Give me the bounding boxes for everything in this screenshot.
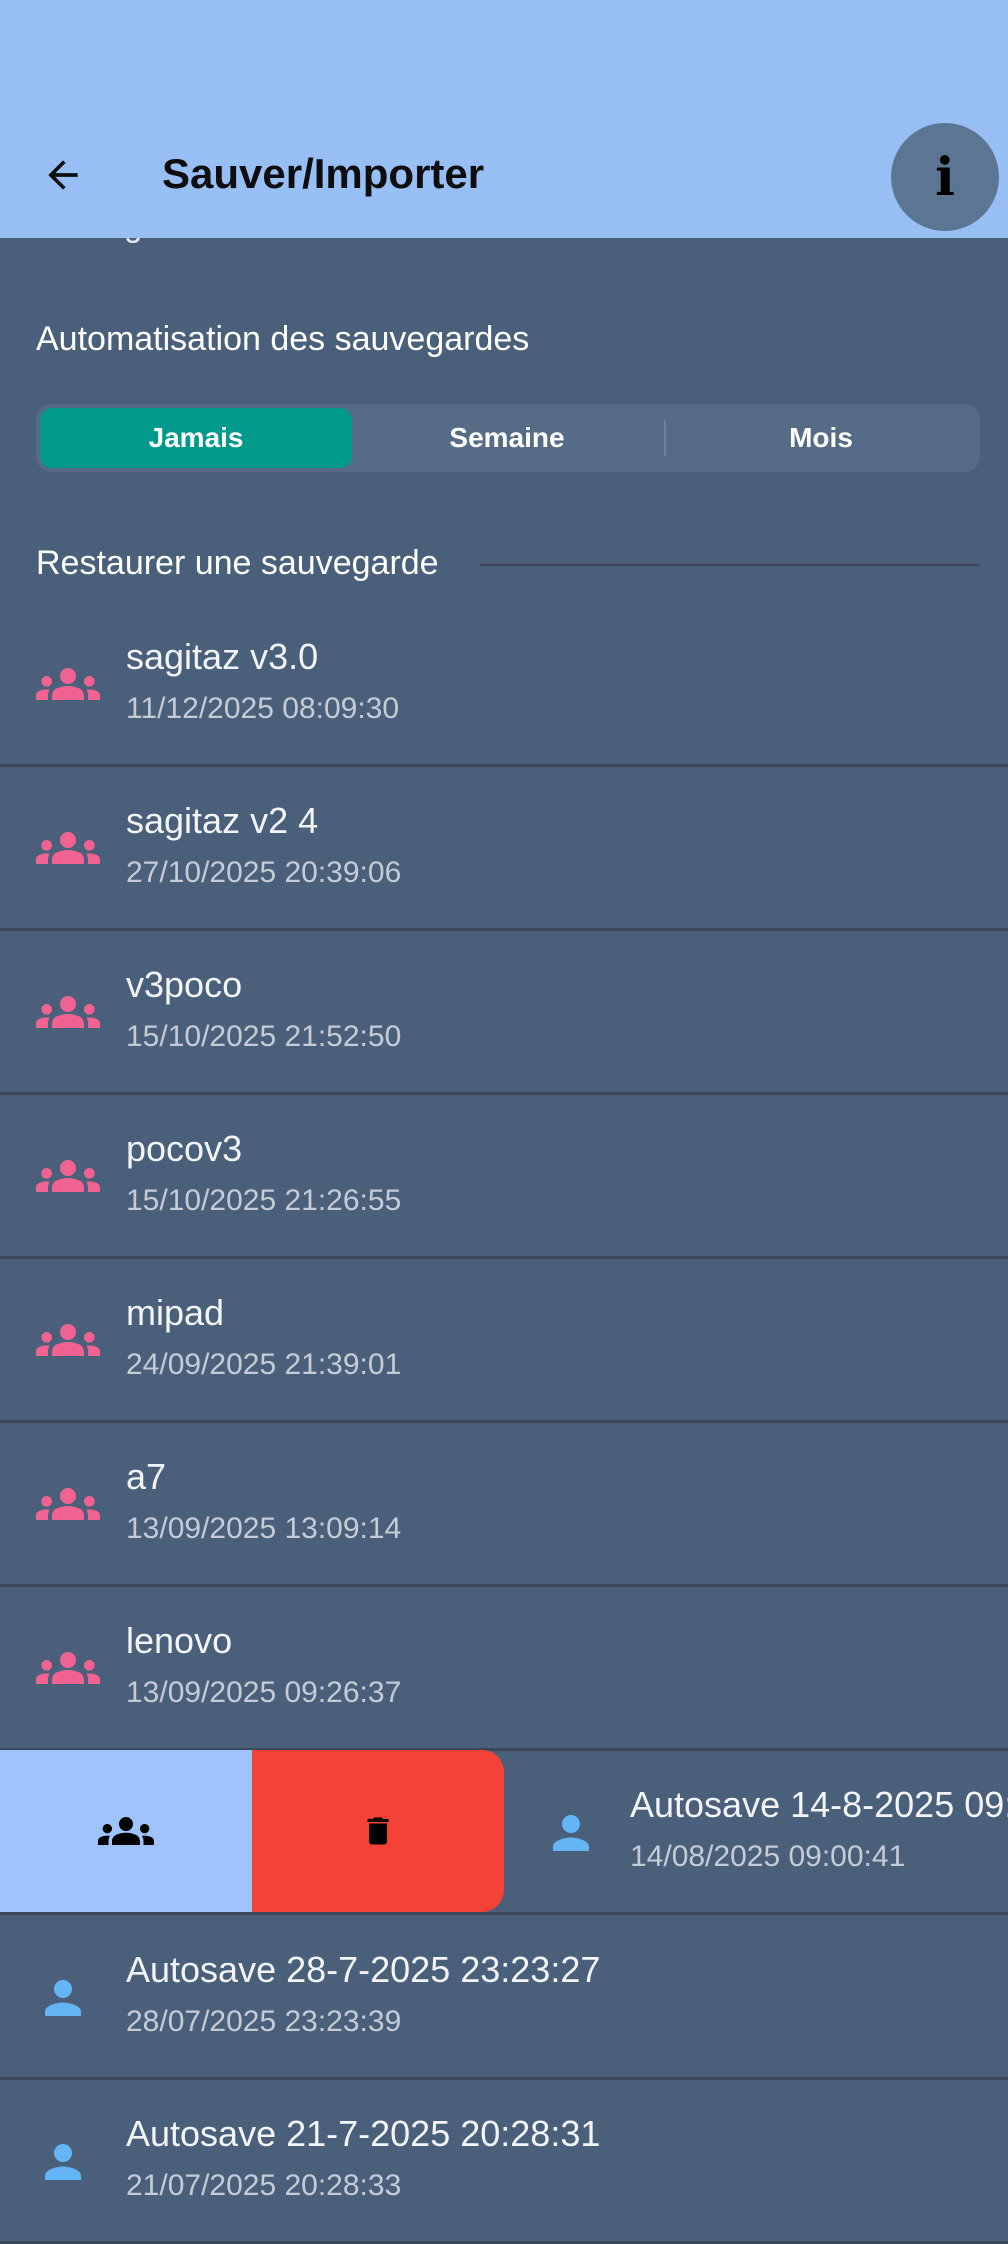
backup-name: a7 bbox=[126, 1456, 167, 1497]
segment-label: Mois bbox=[789, 422, 853, 453]
share-action-button[interactable] bbox=[0, 1750, 252, 1912]
group-icon bbox=[98, 1817, 154, 1845]
backup-date: 13/09/2025 09:26:37 bbox=[126, 1676, 402, 1709]
group-icon bbox=[36, 1160, 100, 1192]
backup-item-sagitaz-v3[interactable]: sagitaz v3.0 11/12/2025 08:09:30 bbox=[0, 602, 1008, 767]
group-icon bbox=[36, 1324, 100, 1356]
backup-item-v3poco[interactable]: v3poco 15/10/2025 21:52:50 bbox=[0, 930, 1008, 1095]
backup-date: 24/09/2025 21:39:01 bbox=[126, 1348, 402, 1381]
segment-label: Semaine bbox=[449, 422, 565, 453]
backup-date: 15/10/2025 21:52:50 bbox=[126, 1020, 402, 1053]
backup-name: Autosave 14-8-2025 09:00:40 bbox=[630, 1784, 1008, 1825]
backup-name: sagitaz v3.0 bbox=[126, 636, 319, 677]
backup-item-lenovo[interactable]: lenovo 13/09/2025 09:26:37 bbox=[0, 1586, 1008, 1751]
app-bar: Sauver/Importer i bbox=[0, 0, 1008, 238]
backup-frequency-selector: Jamais Semaine Mois bbox=[36, 404, 980, 472]
automation-title: Automatisation des sauvegardes bbox=[36, 320, 530, 358]
person-icon bbox=[45, 1980, 81, 2016]
backup-item-autosave-28-7[interactable]: Autosave 28-7-2025 23:23:27 28/07/2025 2… bbox=[0, 1915, 1008, 2080]
backup-name: Autosave 28-7-2025 23:23:27 bbox=[126, 1949, 601, 1990]
backup-item-pocov3[interactable]: pocov3 15/10/2025 21:26:55 bbox=[0, 1094, 1008, 1259]
backup-item-sagitaz-v2-4[interactable]: sagitaz v2 4 27/10/2025 20:39:06 bbox=[0, 766, 1008, 931]
group-icon bbox=[36, 996, 100, 1028]
segment-label: Jamais bbox=[148, 422, 244, 453]
section-divider bbox=[480, 564, 980, 566]
backup-date: 21/07/2025 20:28:33 bbox=[126, 2169, 402, 2202]
delete-action-button[interactable] bbox=[252, 1750, 504, 1912]
segment-jamais[interactable]: Jamais bbox=[40, 408, 352, 468]
group-icon bbox=[36, 1652, 100, 1684]
backup-date: 15/10/2025 21:26:55 bbox=[126, 1184, 402, 1217]
back-button[interactable] bbox=[30, 142, 96, 208]
backup-date: 13/09/2025 13:09:14 bbox=[126, 1512, 402, 1545]
group-icon bbox=[36, 832, 100, 864]
person-icon bbox=[553, 1815, 589, 1851]
backup-item-a7[interactable]: a7 13/09/2025 13:09:14 bbox=[0, 1422, 1008, 1587]
group-icon bbox=[36, 668, 100, 700]
person-icon bbox=[45, 2144, 81, 2180]
backup-date: 14/08/2025 09:00:41 bbox=[630, 1840, 906, 1873]
backup-item-mipad[interactable]: mipad 24/09/2025 21:39:01 bbox=[0, 1258, 1008, 1423]
group-icon bbox=[36, 1488, 100, 1520]
backup-name: sagitaz v2 4 bbox=[126, 800, 319, 841]
info-icon: i bbox=[935, 146, 955, 208]
info-button[interactable]: i bbox=[891, 123, 999, 231]
backup-name: Autosave 21-7-2025 20:28:31 bbox=[126, 2113, 601, 2154]
backup-name: lenovo bbox=[126, 1620, 233, 1661]
segment-semaine[interactable]: Semaine bbox=[352, 408, 662, 468]
backup-name: v3poco bbox=[126, 964, 243, 1005]
arrow-back-icon bbox=[48, 160, 78, 190]
trash-icon bbox=[367, 1817, 389, 1845]
backup-date: 27/10/2025 20:39:06 bbox=[126, 856, 402, 889]
backup-date: 11/12/2025 08:09:30 bbox=[126, 692, 400, 725]
segment-mois[interactable]: Mois bbox=[666, 408, 976, 468]
page-title: Sauver/Importer bbox=[162, 150, 485, 197]
backup-name: pocov3 bbox=[126, 1128, 243, 1169]
restore-title: Restaurer une sauvegarde bbox=[36, 544, 439, 582]
backup-date: 28/07/2025 23:23:39 bbox=[126, 2005, 402, 2038]
backup-item-autosave-21-7[interactable]: Autosave 21-7-2025 20:28:31 21/07/2025 2… bbox=[0, 2079, 1008, 2244]
backup-name: mipad bbox=[126, 1292, 225, 1333]
backup-item-autosave-14-8[interactable]: Autosave 14-8-2025 09:00:40 14/08/2025 0… bbox=[504, 1750, 1008, 1912]
